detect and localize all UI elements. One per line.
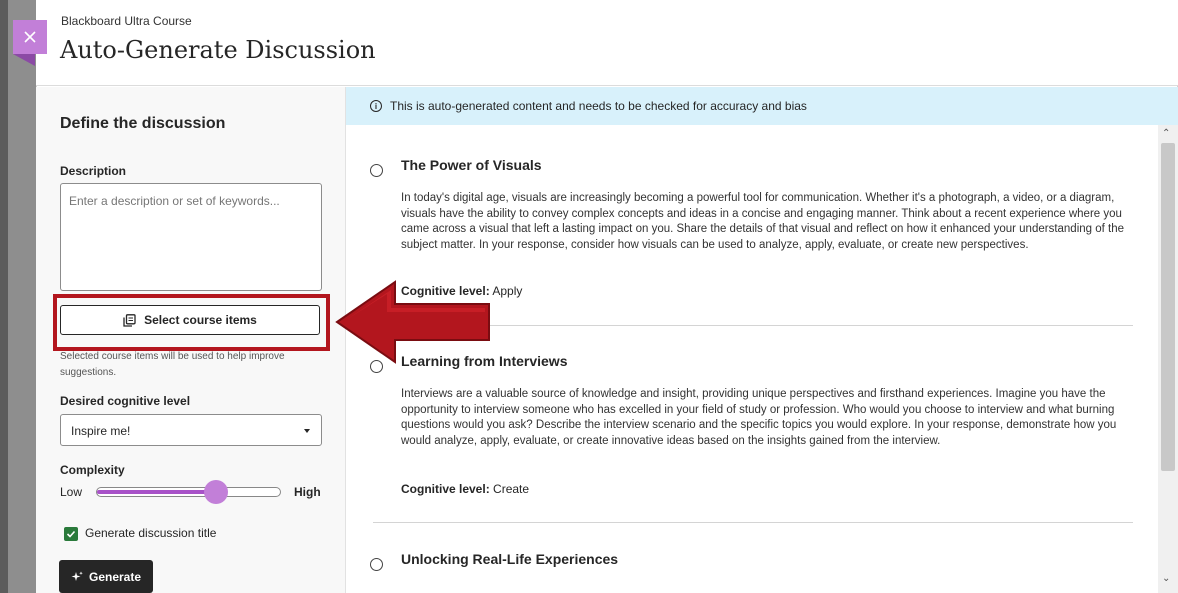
result-radio[interactable] — [370, 164, 383, 177]
complexity-slider[interactable] — [96, 480, 281, 504]
close-tab-fold — [13, 54, 35, 66]
sparkle-icon — [71, 571, 83, 581]
cognitive-level-select[interactable]: Inspire me! — [60, 414, 322, 446]
page-title: Auto-Generate Discussion — [60, 36, 376, 64]
result-cognitive-level: Cognitive level: Create — [401, 482, 529, 496]
close-icon — [24, 31, 36, 43]
generate-label: Generate — [88, 569, 142, 584]
cognitive-level-value: Create — [493, 482, 530, 496]
cognitive-level-value: Inspire me! — [71, 424, 131, 438]
result-title: Unlocking Real-Life Experiences — [401, 551, 619, 567]
scroll-down-icon[interactable]: ⌄ — [1162, 573, 1170, 584]
info-icon: i — [370, 100, 382, 112]
close-button[interactable] — [13, 20, 47, 54]
description-input[interactable]: Enter a description or set of keywords..… — [60, 183, 322, 291]
course-name: Blackboard Ultra Course — [61, 14, 192, 28]
checkmark-icon — [66, 530, 76, 538]
result-body: Interviews are a valuable source of know… — [401, 388, 1117, 447]
complexity-slider-thumb[interactable] — [203, 480, 228, 504]
callout-arrow-icon — [335, 280, 490, 364]
complexity-low-label: Low — [60, 485, 83, 499]
background-page-edge — [0, 0, 8, 593]
scrollbar-thumb[interactable] — [1161, 143, 1175, 471]
result-radio[interactable] — [370, 558, 383, 571]
result-body: In today's digital age, visuals are incr… — [401, 192, 1125, 251]
result-title: The Power of Visuals — [401, 157, 542, 173]
select-course-items-hint: Selected course items will be used to he… — [60, 351, 285, 378]
generate-title-label: Generate discussion title — [85, 526, 217, 540]
divider — [373, 522, 1133, 523]
generate-title-checkbox[interactable] — [64, 527, 78, 541]
panel-header: Blackboard Ultra Course Auto-Generate Di… — [36, 0, 1178, 86]
description-label: Description — [60, 164, 127, 178]
scroll-up-icon[interactable]: ⌃ — [1162, 128, 1170, 139]
cognitive-level-label: Desired cognitive level — [60, 394, 191, 408]
cognitive-level-key: Cognitive level: — [401, 482, 490, 496]
banner-text: This is auto-generated content and needs… — [390, 99, 807, 113]
info-banner: i This is auto-generated content and nee… — [346, 87, 1178, 125]
description-placeholder: Enter a description or set of keywords..… — [69, 194, 280, 208]
generate-button[interactable]: Generate — [59, 560, 153, 593]
chevron-down-icon — [304, 429, 310, 433]
complexity-label: Complexity — [60, 463, 125, 477]
sidebar-title: Define the discussion — [60, 115, 226, 132]
complexity-high-label: High — [294, 485, 321, 499]
cognitive-level-value: Apply — [492, 284, 523, 298]
callout-highlight-box — [53, 294, 330, 351]
complexity-slider-fill — [97, 490, 216, 494]
